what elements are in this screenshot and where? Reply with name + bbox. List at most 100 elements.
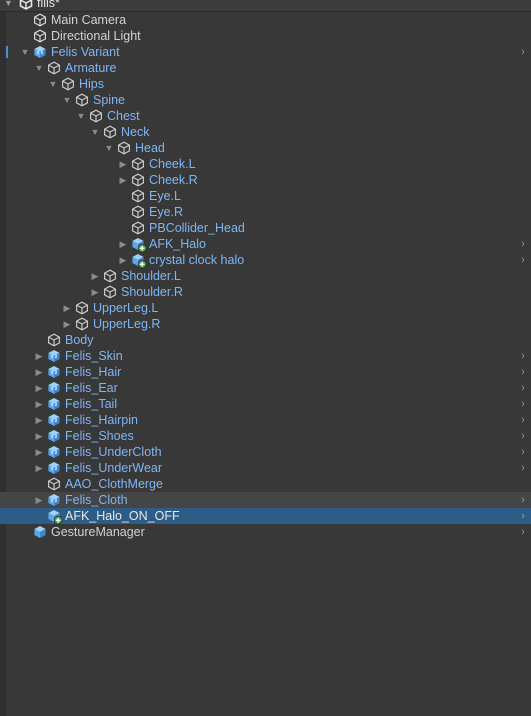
expand-arrow[interactable]: ▼ [19,44,31,60]
expand-arrow[interactable]: ▼ [33,60,45,76]
hierarchy-row[interactable]: ▼ Head [0,140,531,156]
scene-header[interactable]: ▼ filis* [0,0,531,12]
hierarchy-row[interactable]: ▼ Chest [0,108,531,124]
row-label: PBCollider_Head [149,221,245,235]
collapse-arrow[interactable]: ▶ [33,492,45,508]
gameobject-icon [131,157,145,171]
hierarchy-row[interactable]: ▶ Felis_Tail › [0,396,531,412]
hierarchy-row[interactable]: ▼ Neck [0,124,531,140]
hierarchy-row[interactable]: Directional Light [0,28,531,44]
chevron-right-icon[interactable]: › [517,460,529,476]
hierarchy-row[interactable]: ▶ Felis_Skin › [0,348,531,364]
hierarchy-row[interactable]: ▶ Felis_Shoes › [0,428,531,444]
scene-name: filis* [37,0,60,10]
prefab-variant-icon [47,413,61,427]
expand-arrow[interactable]: ▼ [103,140,115,156]
collapse-arrow[interactable]: ▶ [33,364,45,380]
hierarchy-row[interactable]: ▶ crystal clock halo › [0,252,531,269]
collapse-arrow[interactable]: ▶ [33,428,45,444]
row-label: Felis_Shoes [65,429,134,443]
hierarchy-row[interactable]: Body [0,332,531,348]
hierarchy-row[interactable]: ▶ Felis_Hairpin › [0,412,531,428]
expand-arrow[interactable]: ▼ [4,0,13,11]
row-label: Cheek.R [149,173,198,187]
row-label: Felis_Tail [65,397,118,411]
hierarchy-row[interactable]: Main Camera [0,12,531,28]
expand-arrow[interactable]: ▼ [47,76,59,92]
chevron-right-icon[interactable]: › [517,380,529,396]
collapse-arrow[interactable]: ▶ [33,396,45,412]
collapse-arrow[interactable]: ▶ [61,300,73,316]
hierarchy-row[interactable]: ▶ Felis_Cloth › [0,492,531,508]
hierarchy-row[interactable]: ▶ UpperLeg.R [0,316,531,332]
chevron-right-icon[interactable]: › [517,524,529,540]
chevron-right-icon[interactable]: › [517,508,529,524]
row-label: Main Camera [51,13,127,27]
collapse-arrow[interactable]: ▶ [117,236,129,252]
hierarchy-row[interactable]: ▶ Cheek.L [0,156,531,172]
expand-arrow[interactable]: ▼ [61,92,73,108]
collapse-arrow[interactable]: ▶ [33,444,45,460]
hierarchy-row[interactable]: ▶ Cheek.R [0,172,531,188]
hierarchy-row[interactable]: ▼ Felis Variant › [0,44,531,60]
chevron-right-icon[interactable]: › [517,44,529,60]
row-label: Chest [107,109,140,123]
collapse-arrow[interactable]: ▶ [33,412,45,428]
hierarchy-panel: ▼ filis* Main Camera Directional Light ▼ Fe… [0,0,531,716]
expand-arrow[interactable]: ▼ [89,124,101,140]
row-label: Felis_Ear [65,381,118,395]
collapse-arrow[interactable]: ▶ [33,348,45,364]
hierarchy-row[interactable]: ▶ Felis_Hair › [0,364,531,380]
collapse-arrow[interactable]: ▶ [33,460,45,476]
hierarchy-row[interactable]: ▼ Hips [0,76,531,92]
collapse-arrow[interactable]: ▶ [89,268,101,284]
row-label: AAO_ClothMerge [65,477,163,491]
chevron-right-icon[interactable]: › [517,428,529,444]
hierarchy-row[interactable]: ▶ Shoulder.R [0,284,531,300]
hierarchy-row[interactable]: ▶ UpperLeg.L [0,300,531,316]
unity-scene-icon [19,0,33,10]
row-label: Felis_Skin [65,349,123,363]
chevron-right-icon[interactable]: › [517,252,529,268]
collapse-arrow[interactable]: ▶ [33,380,45,396]
row-label: AFK_Halo [149,237,206,251]
hierarchy-row[interactable]: AAO_ClothMerge [0,476,531,492]
collapse-arrow[interactable]: ▶ [117,252,129,268]
hierarchy-row[interactable]: ▶ AFK_Halo › [0,236,531,253]
chevron-right-icon[interactable]: › [517,492,529,508]
gameobject-icon [33,29,47,43]
prefab-variant-icon [47,445,61,459]
gameobject-icon [103,269,117,283]
gameobject-icon [131,205,145,219]
chevron-right-icon[interactable]: › [517,396,529,412]
prefab-variant-icon [47,349,61,363]
prefab-variant-icon [33,45,47,59]
hierarchy-row[interactable]: Eye.L [0,188,531,204]
collapse-arrow[interactable]: ▶ [117,172,129,188]
collapse-arrow[interactable]: ▶ [61,316,73,332]
chevron-right-icon[interactable]: › [517,412,529,428]
hierarchy-row[interactable]: PBCollider_Head [0,220,531,236]
chevron-right-icon[interactable]: › [517,236,529,252]
collapse-arrow[interactable]: ▶ [89,284,101,300]
prefab-variant-icon [47,381,61,395]
prefab-variant-icon [47,429,61,443]
hierarchy-row[interactable]: ▼ Spine [0,92,531,108]
hierarchy-row[interactable]: ▶ Felis_UnderCloth › [0,444,531,460]
hierarchy-row[interactable]: ▶ Felis_Ear › [0,380,531,396]
hierarchy-row[interactable]: ▶ Felis_UnderWear › [0,460,531,476]
chevron-right-icon[interactable]: › [517,348,529,364]
hierarchy-row[interactable]: Eye.R [0,204,531,220]
expand-arrow[interactable]: ▼ [75,108,87,124]
hierarchy-row[interactable]: ▶ Shoulder.L [0,268,531,284]
row-label: Armature [65,61,117,75]
row-label: Cheek.L [149,157,196,171]
hierarchy-row[interactable]: AFK_Halo_ON_OFF › [0,508,531,525]
prefab-variant-icon [47,365,61,379]
collapse-arrow[interactable]: ▶ [117,156,129,172]
chevron-right-icon[interactable]: › [517,364,529,380]
hierarchy-row[interactable]: ▼ Armature [0,60,531,76]
hierarchy-row[interactable]: GestureManager › [0,524,531,540]
gameobject-icon [75,93,89,107]
chevron-right-icon[interactable]: › [517,444,529,460]
